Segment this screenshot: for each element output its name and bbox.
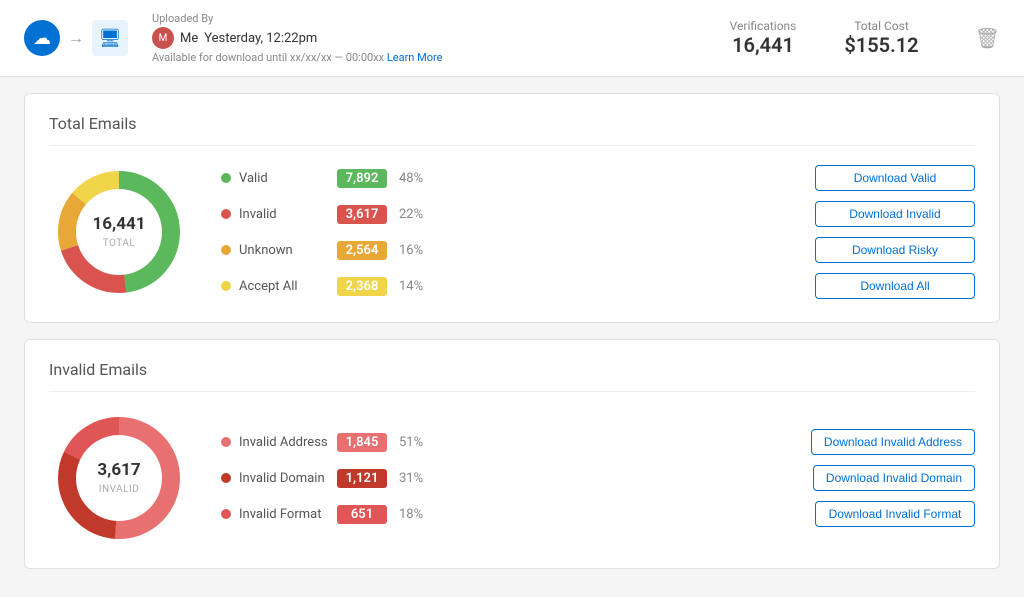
total-emails-table: Valid 7,892 48% Download Valid Invalid 3,617 2… (221, 165, 975, 299)
percent-inv-address: 51% (399, 435, 435, 450)
table-row: Invalid Address 1,845 51% Download Invalid … (221, 429, 975, 455)
arrow-icon: → (68, 28, 84, 48)
label-invalid: Invalid (239, 207, 329, 222)
count-inv-format: 651 (337, 505, 387, 524)
total-donut-value: 16,441 (93, 214, 146, 234)
label-inv-address: Invalid Address (239, 435, 329, 450)
page-header: ☁ → 🖥 Uploaded By M Me Yesterday, 12:22p… (0, 0, 1024, 77)
label-acceptall: Accept All (239, 279, 329, 294)
dot-inv-address (221, 437, 231, 447)
verifications-value: 16,441 (730, 33, 797, 57)
table-row: Invalid Format 651 18% Download Invalid For… (221, 501, 975, 527)
dot-valid (221, 173, 231, 183)
upload-user-row: M Me Yesterday, 12:22pm (152, 27, 442, 49)
upload-info: Uploaded By M Me Yesterday, 12:22pm Avai… (152, 12, 442, 64)
label-unknown: Unknown (239, 243, 329, 258)
download-btn-inv-format[interactable]: Download Invalid Format (815, 501, 975, 527)
header-stats: Verifications 16,441 Total Cost $155.12 (730, 19, 919, 57)
total-donut-label: TOTAL (103, 238, 136, 249)
label-valid: Valid (239, 171, 329, 186)
count-valid: 7,892 (337, 169, 387, 188)
download-btn-invalid[interactable]: Download Invalid (815, 201, 975, 227)
count-invalid: 3,617 (337, 205, 387, 224)
table-row: Unknown 2,564 16% Download Risky (221, 237, 975, 263)
total-cost-stat: Total Cost $155.12 (844, 19, 918, 57)
percent-acceptall: 14% (399, 279, 435, 294)
table-row: Valid 7,892 48% Download Valid (221, 165, 975, 191)
user-name: Me (180, 31, 198, 46)
upload-timestamp: Yesterday, 12:22pm (204, 31, 317, 46)
count-acceptall: 2,368 (337, 277, 387, 296)
total-emails-title: Total Emails (49, 114, 975, 146)
percent-inv-domain: 31% (399, 471, 435, 486)
logo-area: ☁ → 🖥 (24, 20, 128, 56)
table-row: Invalid 3,617 22% Download Invalid (221, 201, 975, 227)
dot-unknown (221, 245, 231, 255)
table-row: Invalid Domain 1,121 31% Download Invalid D… (221, 465, 975, 491)
dot-inv-format (221, 509, 231, 519)
invalid-donut-value: 3,617 (97, 460, 140, 480)
count-unknown: 2,564 (337, 241, 387, 260)
total-cost-label: Total Cost (844, 19, 918, 33)
invalid-emails-card: Invalid Emails 3,617 INVALID Invalid Add… (24, 339, 1000, 569)
count-inv-address: 1,845 (337, 433, 387, 452)
total-emails-card: Total Emails 16,441 TOTAL Valid 7,892 48% D… (24, 93, 1000, 323)
invalid-emails-content: 3,617 INVALID Invalid Address 1,845 51% Dow… (49, 408, 975, 548)
salesforce-icon: ☁ (24, 20, 60, 56)
total-donut-center: 16,441 TOTAL (93, 214, 146, 250)
availability-text: Available for download until xx/xx/xx — … (152, 51, 442, 64)
label-inv-domain: Invalid Domain (239, 471, 329, 486)
percent-inv-format: 18% (399, 507, 435, 522)
delete-icon[interactable]: 🗑 (975, 26, 1000, 50)
download-btn-inv-address[interactable]: Download Invalid Address (811, 429, 975, 455)
percent-invalid: 22% (399, 207, 435, 222)
dot-acceptall (221, 281, 231, 291)
invalid-donut-center: 3,617 INVALID (97, 460, 140, 496)
user-avatar: M (152, 27, 174, 49)
total-cost-value: $155.12 (844, 33, 918, 57)
count-inv-domain: 1,121 (337, 469, 387, 488)
total-emails-content: 16,441 TOTAL Valid 7,892 48% Download Valid… (49, 162, 975, 302)
percent-valid: 48% (399, 171, 435, 186)
label-inv-format: Invalid Format (239, 507, 329, 522)
total-emails-donut: 16,441 TOTAL (49, 162, 189, 302)
uploaded-by-label: Uploaded By (152, 12, 442, 25)
learn-more-link[interactable]: Learn More (387, 51, 443, 64)
verifications-label: Verifications (730, 19, 797, 33)
desktop-icon: 🖥 (92, 20, 128, 56)
dot-invalid (221, 209, 231, 219)
verifications-stat: Verifications 16,441 (730, 19, 797, 57)
dot-inv-domain (221, 473, 231, 483)
header-actions: 🗑 (975, 26, 1000, 50)
invalid-emails-table: Invalid Address 1,845 51% Download Invalid … (221, 429, 975, 527)
invalid-emails-donut: 3,617 INVALID (49, 408, 189, 548)
download-btn-valid[interactable]: Download Valid (815, 165, 975, 191)
download-btn-inv-domain[interactable]: Download Invalid Domain (813, 465, 975, 491)
table-row: Accept All 2,368 14% Download All (221, 273, 975, 299)
percent-unknown: 16% (399, 243, 435, 258)
download-btn-unknown[interactable]: Download Risky (815, 237, 975, 263)
invalid-emails-title: Invalid Emails (49, 360, 975, 392)
invalid-donut-label: INVALID (99, 484, 140, 495)
main-content: Total Emails 16,441 TOTAL Valid 7,892 48% D… (0, 77, 1024, 585)
download-btn-acceptall[interactable]: Download All (815, 273, 975, 299)
